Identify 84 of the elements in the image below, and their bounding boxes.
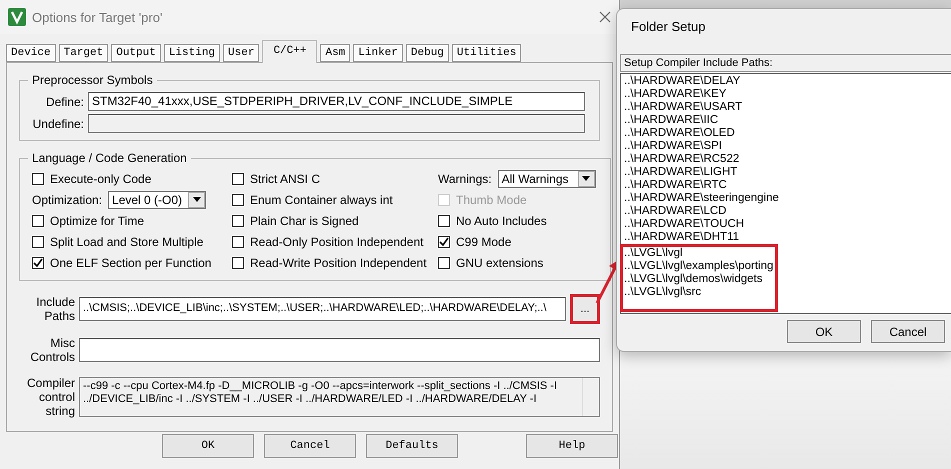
checkbox[interactable] (32, 214, 44, 226)
tab[interactable]: Debug (406, 44, 449, 62)
dialog-button[interactable]: Cancel (264, 434, 356, 458)
checkbox-label: Execute-only Code (50, 172, 152, 186)
path-item[interactable]: ..\HARDWARE\LIGHT (624, 166, 738, 179)
checkbox-label: Split Load and Store Multiple (50, 234, 204, 248)
group-title: Language / Code Generation (31, 151, 188, 165)
checkbox-label: Read-Only Position Independent (250, 234, 424, 248)
checkbox[interactable] (438, 256, 450, 268)
window-title: Folder Setup (630, 18, 706, 36)
dialog-button[interactable]: Help (526, 434, 618, 458)
dialog-button[interactable]: Cancel (871, 320, 945, 343)
group-title: Preprocessor Symbols (31, 73, 154, 87)
dropdown[interactable]: All Warnings (498, 170, 596, 188)
caret-icon (582, 176, 590, 181)
tab[interactable]: Utilities (452, 44, 522, 62)
field-label: Define: (44, 94, 84, 108)
tab[interactable]: Output (111, 44, 161, 62)
checkbox-label: C99 Mode (456, 234, 512, 248)
checkbox[interactable] (438, 214, 450, 226)
checkbox[interactable] (32, 236, 44, 248)
window-title: Options for Target 'pro' (32, 10, 164, 24)
undefine-field[interactable] (88, 114, 585, 133)
dialog-button[interactable]: OK (787, 320, 861, 343)
tab[interactable]: C/C++ (262, 40, 318, 63)
checkbox-label: Plain Char is Signed (250, 214, 359, 228)
checkbox-label: GNU extensions (456, 256, 544, 270)
field-label: Include Paths (35, 295, 75, 323)
check-icon (439, 236, 449, 246)
field-label: Compiler control string (27, 376, 75, 418)
select-label: Warnings: (438, 172, 492, 186)
check-icon (33, 258, 43, 268)
path-item[interactable]: ..\LVGL\lvgl\examples\porting (620, 260, 778, 273)
checkbox-label: Thumb Mode (456, 192, 527, 206)
checkbox-label: Enum Container always int (250, 192, 393, 206)
tab[interactable]: Asm (320, 44, 350, 62)
checkbox-label: No Auto Includes (456, 214, 547, 228)
dialog-button[interactable]: Defaults (366, 434, 458, 458)
tab[interactable]: Target (58, 44, 108, 62)
path-item[interactable]: ..\HARDWARE\IIC (624, 114, 718, 127)
tab[interactable]: Device (6, 44, 56, 62)
path-item[interactable]: ..\HARDWARE\RC522 (624, 153, 740, 166)
checkbox[interactable] (32, 256, 44, 268)
browse-button[interactable]: ... (570, 294, 600, 324)
path-item[interactable]: ..\HARDWARE\steeringengine (624, 192, 779, 205)
field-label: Misc Controls (29, 336, 75, 364)
list-label: Setup Compiler Include Paths: (620, 54, 951, 72)
checkbox-label: Strict ANSI C (250, 172, 320, 186)
checkbox[interactable] (232, 236, 244, 248)
tab[interactable]: Listing (164, 44, 220, 62)
path-item[interactable]: ..\HARDWARE\USART (624, 101, 742, 114)
dropdown[interactable]: Level 0 (-O0) (108, 190, 206, 208)
checkbox[interactable] (232, 214, 244, 226)
checkbox[interactable] (232, 172, 244, 184)
select-label: Optimization: (32, 192, 102, 206)
tab[interactable]: User (223, 44, 260, 62)
tab[interactable]: Linker (353, 44, 403, 62)
path-item[interactable]: ..\HARDWARE\RTC (624, 179, 727, 192)
app-logo-icon (8, 8, 26, 26)
path-item[interactable]: ..\HARDWARE\DELAY (624, 75, 740, 88)
checkbox-label: One ELF Section per Function (50, 256, 212, 270)
path-item[interactable]: ..\HARDWARE\TOUCH (624, 218, 744, 231)
checkbox[interactable] (32, 172, 44, 184)
path-item[interactable]: ..\HARDWARE\SPI (624, 140, 722, 153)
checkbox[interactable] (232, 194, 244, 206)
path-item[interactable]: ..\HARDWARE\OLED (624, 127, 735, 140)
include-paths-field[interactable]: ..\CMSIS;..\DEVICE_LIB\inc;..\SYSTEM;..\USER;..\HARDWARE\LED;..\HARDWARE\DELAY;..\ (79, 297, 566, 321)
path-item[interactable]: ..\LVGL\lvgl (620, 244, 778, 260)
path-item[interactable]: ..\HARDWARE\KEY (624, 88, 726, 101)
compiler-string-field: --c99 -c --cpu Cortex-M4.fp -D__MICROLIB -g -O0 --apcs=interwork --split_sections -I ../CMSIS -I ../DEVICE_LIB/inc -I ../SYSTEM -I ../USER -I ../HARDWARE/LED -I ../HARDWARE/DELAY -I (79, 377, 600, 417)
path-item[interactable]: ..\LVGL\lvgl\src (620, 286, 778, 312)
caret-icon (192, 197, 201, 202)
checkbox[interactable] (232, 256, 244, 268)
path-item[interactable]: ..\HARDWARE\LCD (624, 205, 726, 218)
checkbox[interactable] (438, 236, 450, 248)
define-field[interactable]: STM32F40_41xxx,USE_STDPERIPH_DRIVER,LV_CONF_INCLUDE_SIMPLE (88, 92, 585, 111)
checkbox-label: Optimize for Time (50, 214, 144, 228)
misc-controls-field[interactable] (79, 338, 600, 362)
dialog-button[interactable]: OK (162, 434, 254, 458)
path-item[interactable]: ..\HARDWARE\DHT11 (624, 231, 740, 244)
field-label: Undefine: (32, 116, 84, 130)
checkbox-label: Read-Write Position Independent (250, 256, 427, 270)
path-item[interactable]: ..\LVGL\lvgl\demos\widgets (620, 273, 778, 286)
close-icon[interactable] (599, 11, 611, 23)
